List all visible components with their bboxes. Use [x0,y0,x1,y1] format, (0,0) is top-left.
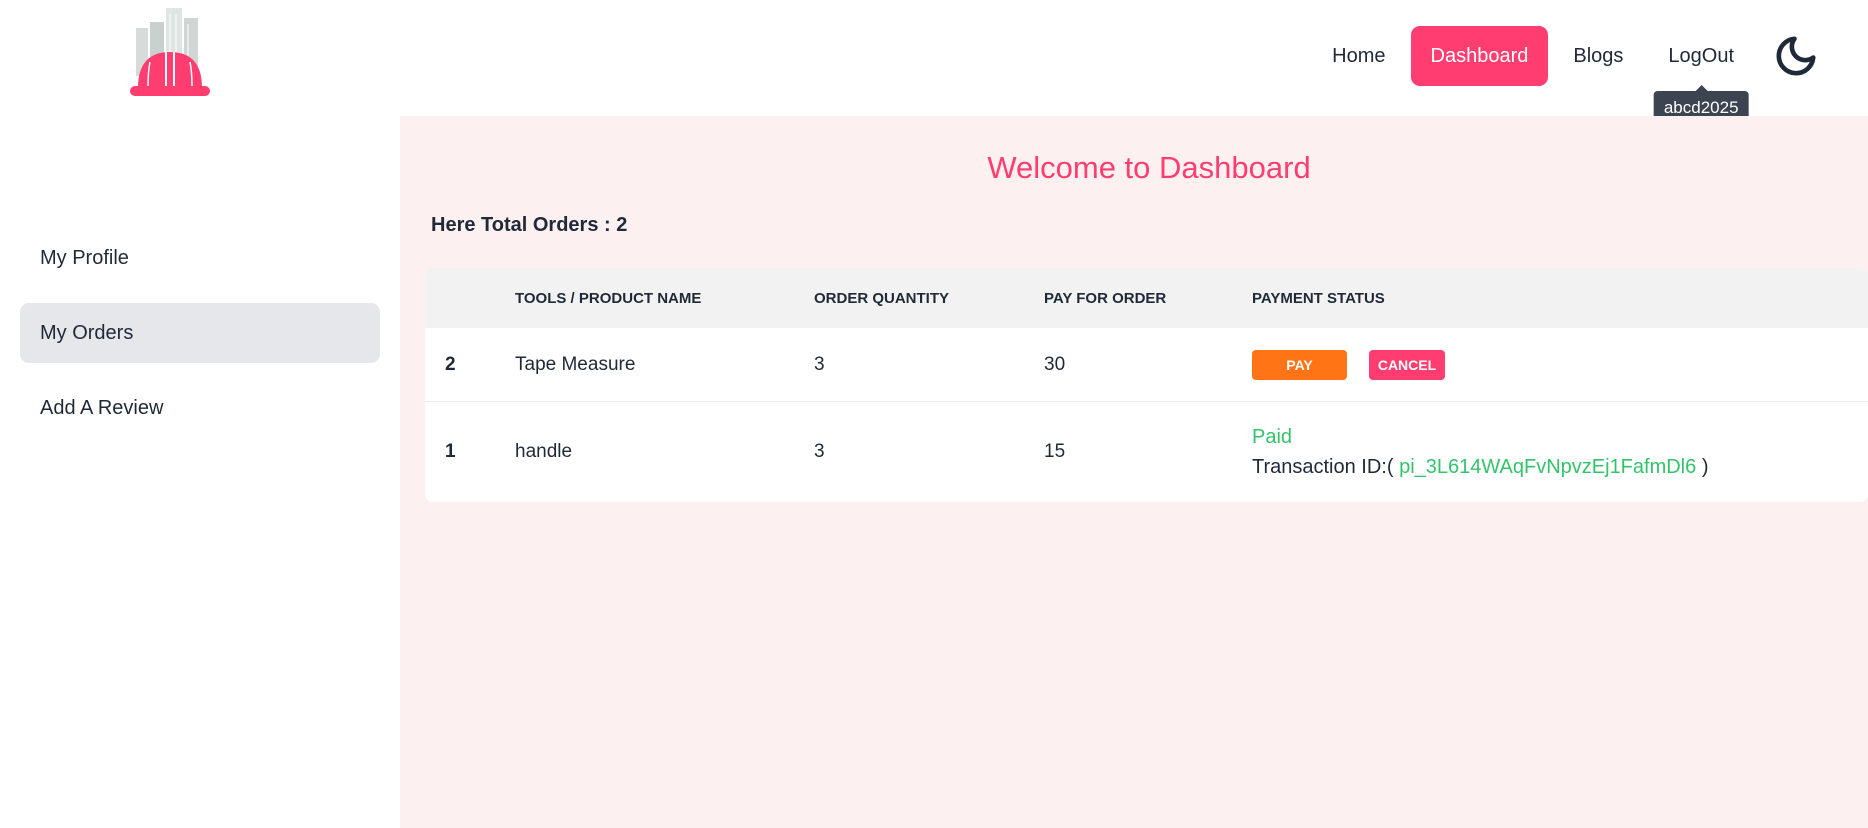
total-orders-label: Here Total Orders : 2 [431,214,628,236]
theme-toggle-button[interactable] [1772,32,1820,80]
row-index: 1 [445,441,456,462]
product-name: handle [515,441,573,462]
nav-dashboard-link[interactable]: Dashboard [1410,26,1549,86]
header-order-quantity: ORDER QUANTITY [814,289,949,307]
payment-status-cell: PAY CANCEL [1252,349,1868,380]
order-price: 15 [1044,441,1066,462]
table-row: 2 Tape Measure 3 30 PAY CANCEL [425,328,1868,402]
transaction-suffix: ) [1701,456,1709,478]
nav-logout-button[interactable]: LogOut abcd2025 [1648,26,1754,125]
paid-status: Paid [1252,426,1293,448]
order-quantity: 3 [814,441,825,462]
table-header: TOOLS / PRODUCT NAME ORDER QUANTITY PAY … [425,268,1868,328]
nav-home-link[interactable]: Home [1312,26,1405,86]
order-quantity: 3 [814,353,825,375]
logo-icon[interactable] [128,6,212,106]
product-name: Tape Measure [515,353,636,375]
nav-logout-label: LogOut [1668,45,1734,67]
navbar: Home Dashboard Blogs LogOut abcd2025 [0,0,1868,125]
dashboard-content: Welcome to Dashboard Here Total Orders :… [400,116,1868,828]
orders-table: TOOLS / PRODUCT NAME ORDER QUANTITY PAY … [425,268,1868,502]
nav-blogs-link[interactable]: Blogs [1553,26,1643,86]
sidebar-item-my-profile[interactable]: My Profile [20,228,380,288]
row-index: 2 [445,353,456,375]
moon-icon [1776,36,1816,76]
page-title: Welcome to Dashboard [987,150,1311,185]
sidebar-item-add-review[interactable]: Add A Review [20,378,380,438]
header-pay-for-order: PAY FOR ORDER [1044,289,1167,307]
header-product-name: TOOLS / PRODUCT NAME [515,289,702,307]
payment-status-cell: Paid Transaction ID:( pi_3L614WAqFvNpvzE… [1252,422,1868,482]
nav-menu: Home Dashboard Blogs LogOut abcd2025 [1307,26,1868,125]
sidebar-item-my-orders[interactable]: My Orders [20,303,380,363]
sidebar: My Profile My Orders Add A Review [0,116,400,828]
transaction-id: pi_3L614WAqFvNpvzEj1FafmDl6 [1399,456,1697,478]
transaction-info: Transaction ID:( pi_3L614WAqFvNpvzEj1Faf… [1252,452,1868,482]
pay-button[interactable]: PAY [1252,349,1347,380]
header-payment-status: PAYMENT STATUS [1252,289,1385,307]
cancel-button[interactable]: CANCEL [1369,349,1445,380]
table-row: 1 handle 3 15 Paid Transaction ID:( pi_3… [425,402,1868,502]
transaction-prefix: Transaction ID:( [1252,456,1394,478]
order-price: 30 [1044,353,1066,375]
